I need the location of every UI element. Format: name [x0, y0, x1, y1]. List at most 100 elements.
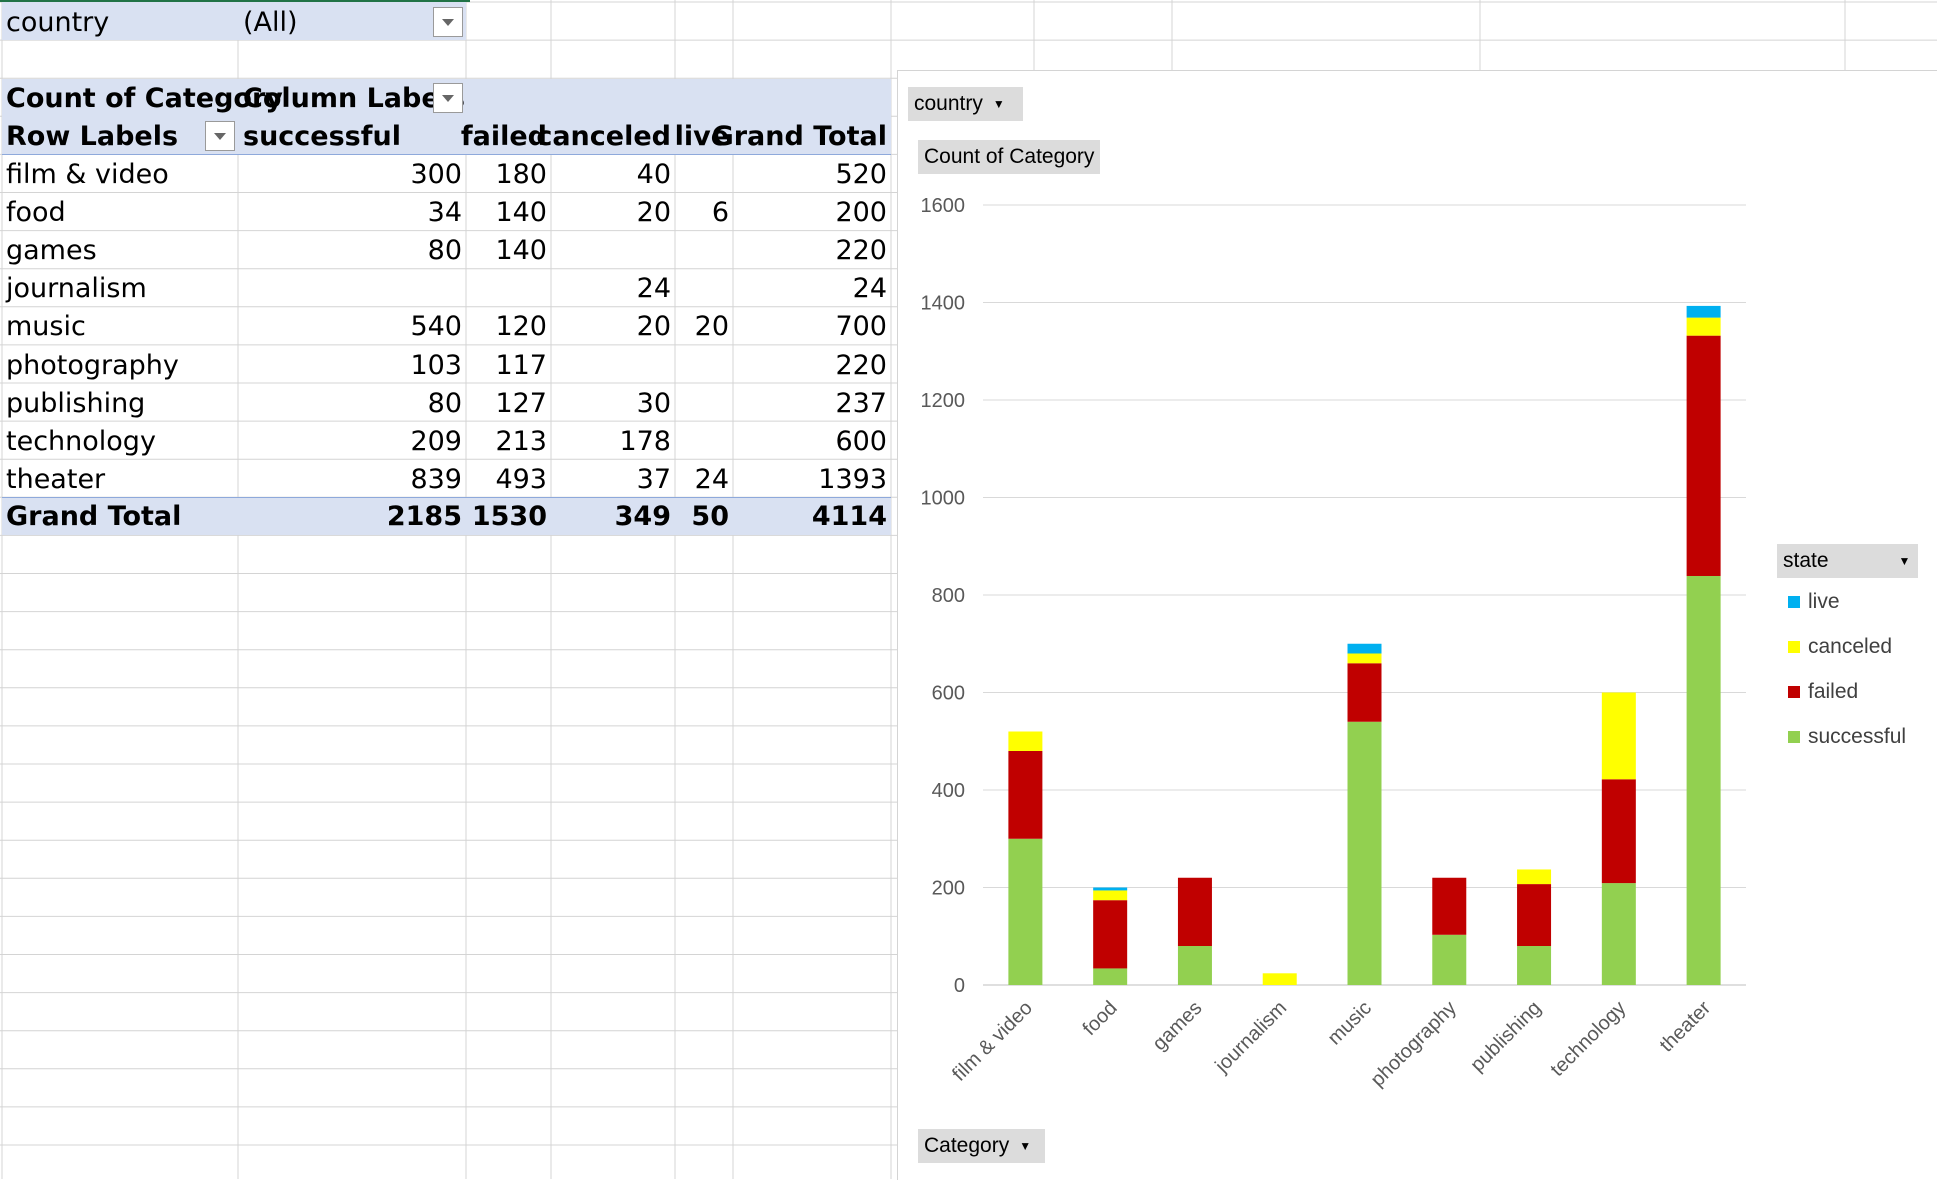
x-tick-label: food — [1079, 997, 1122, 1040]
row-labels-dropdown-button[interactable] — [205, 121, 235, 151]
bar-segment-successful[interactable] — [1517, 946, 1552, 985]
bar-segment-failed[interactable] — [1347, 663, 1382, 722]
pivot-value-cell: 6 — [711, 197, 729, 229]
pivot-row-label: games — [6, 235, 97, 267]
pivot-value-cell: 37 — [636, 463, 671, 495]
pivot-value-cell: 40 — [636, 159, 671, 190]
bar-segment-successful[interactable] — [1432, 934, 1467, 985]
pivot-grand-total-cell: 4114 — [811, 501, 887, 532]
pivot-row-label: photography — [6, 349, 179, 381]
pivot-row-label: journalism — [6, 273, 147, 305]
y-tick-label: 1000 — [921, 488, 966, 510]
column-labels-dropdown-button[interactable] — [433, 83, 463, 113]
legend-label: canceled — [1808, 635, 1893, 658]
pivot-value-cell: 24 — [694, 463, 729, 495]
bar-segment-live[interactable] — [1686, 305, 1721, 318]
pivot-value-cell: 24 — [852, 273, 887, 305]
bar-segment-successful[interactable] — [1093, 968, 1128, 985]
pivot-value-cell: 30 — [636, 387, 671, 419]
bar-segment-canceled[interactable] — [1601, 692, 1636, 780]
y-tick-label: 200 — [932, 878, 965, 900]
pivot-value-cell: 220 — [835, 349, 887, 381]
legend-swatch — [1788, 641, 1800, 653]
bar-segment-successful[interactable] — [1008, 838, 1043, 985]
pivot-grand-total-cell: 349 — [614, 501, 671, 532]
pivot-value-cell: 103 — [410, 349, 462, 381]
pivot-col-header: failed — [460, 121, 547, 152]
pivot-value-cell: 127 — [495, 387, 547, 419]
bar-segment-canceled[interactable] — [1093, 890, 1128, 901]
filter-value[interactable]: (All) — [243, 4, 298, 42]
bar-segment-failed[interactable] — [1686, 335, 1721, 576]
pivot-value-cell: 700 — [835, 311, 887, 343]
pivot-row-label: food — [6, 197, 66, 229]
pivot-value-cell: 520 — [835, 159, 887, 190]
bar-segment-canceled[interactable] — [1262, 973, 1297, 985]
bar-segment-live[interactable] — [1093, 887, 1128, 891]
bar-segment-failed[interactable] — [1008, 751, 1043, 839]
pivot-value-cell: 178 — [619, 425, 671, 457]
pivot-value-cell: 300 — [410, 159, 462, 190]
bar-segment-failed[interactable] — [1517, 884, 1552, 946]
filter-dropdown-button[interactable] — [433, 7, 463, 37]
pivot-row-label: publishing — [6, 387, 146, 419]
pivot-value-cell: 220 — [835, 235, 887, 267]
legend-label: successful — [1808, 725, 1907, 748]
pivot-value-cell: 839 — [410, 463, 462, 495]
legend-label: failed — [1808, 680, 1859, 703]
pivot-value-cell: 600 — [835, 425, 887, 457]
bar-segment-successful[interactable] — [1686, 575, 1721, 985]
pivot-row-labels-header: Row Labels — [6, 121, 179, 152]
pivot-row-label: theater — [6, 463, 106, 495]
y-tick-label: 1200 — [921, 390, 966, 412]
x-tick-label: technology — [1546, 997, 1630, 1081]
stacked-column-plot: 0 200 400 600 800 1000 1200 1400 1600 film & vide… — [921, 195, 1746, 1091]
bar-segment-failed[interactable] — [1432, 877, 1467, 935]
pivot-value-header: Count of Category — [6, 83, 283, 114]
y-tick-label: 1400 — [921, 293, 966, 315]
pivot-value-cell: 1393 — [818, 463, 887, 495]
pivot-row-label: music — [6, 311, 86, 343]
bar-segment-successful[interactable] — [1347, 721, 1382, 985]
pivot-value-cell: 80 — [427, 387, 462, 419]
pivot-chart[interactable]: country ▼ Count of Category Category ▼ sta… — [897, 70, 1937, 1180]
x-tick-label: games — [1148, 997, 1206, 1055]
y-tick-label: 1600 — [921, 195, 966, 217]
x-tick-label: music — [1324, 997, 1376, 1049]
pivot-value-cell: 120 — [495, 311, 547, 343]
bar-segment-live[interactable] — [1347, 643, 1382, 654]
bar-segment-canceled[interactable] — [1008, 731, 1043, 752]
chevron-down-icon — [442, 19, 454, 26]
pivot-value-cell: 209 — [410, 425, 462, 457]
legend-label: live — [1808, 590, 1840, 613]
x-tick-label: theater — [1656, 997, 1716, 1057]
pivot-value-cell: 237 — [835, 387, 887, 419]
x-tick-label: publishing — [1466, 997, 1545, 1076]
pivot-grand-total-cell: 1530 — [471, 501, 547, 532]
pivot-value-cell: 80 — [427, 235, 462, 267]
pivot-value-cell: 117 — [495, 349, 547, 381]
x-tick-label: photography — [1367, 997, 1461, 1091]
bar-segment-canceled[interactable] — [1347, 653, 1382, 664]
pivot-grand-total-cell: 50 — [691, 501, 729, 532]
pivot-value-cell: 140 — [495, 197, 547, 229]
bar-segment-canceled[interactable] — [1686, 317, 1721, 336]
bar-segment-failed[interactable] — [1177, 877, 1212, 946]
bar-segment-successful[interactable] — [1177, 946, 1212, 985]
bar-segment-successful[interactable] — [1601, 883, 1636, 985]
pivot-value-cell: 180 — [495, 159, 547, 190]
pivot-value-cell: 24 — [636, 273, 671, 305]
pivot-value-cell: 540 — [410, 311, 462, 343]
legend-swatch — [1788, 596, 1800, 608]
pivot-value-cell: 140 — [495, 235, 547, 267]
bar-segment-failed[interactable] — [1093, 900, 1128, 969]
bar-segment-canceled[interactable] — [1517, 869, 1552, 885]
pivot-row-label: film & video — [6, 159, 169, 190]
bar-segment-failed[interactable] — [1601, 779, 1636, 884]
y-tick-label: 0 — [954, 975, 965, 997]
chevron-down-icon — [442, 95, 454, 102]
filter-field-label: country — [6, 7, 110, 38]
pivot-value-cell: 493 — [495, 463, 547, 495]
pivot-column-labels-header: Column Labels — [243, 83, 465, 114]
x-tick-label: journalism — [1211, 997, 1292, 1078]
